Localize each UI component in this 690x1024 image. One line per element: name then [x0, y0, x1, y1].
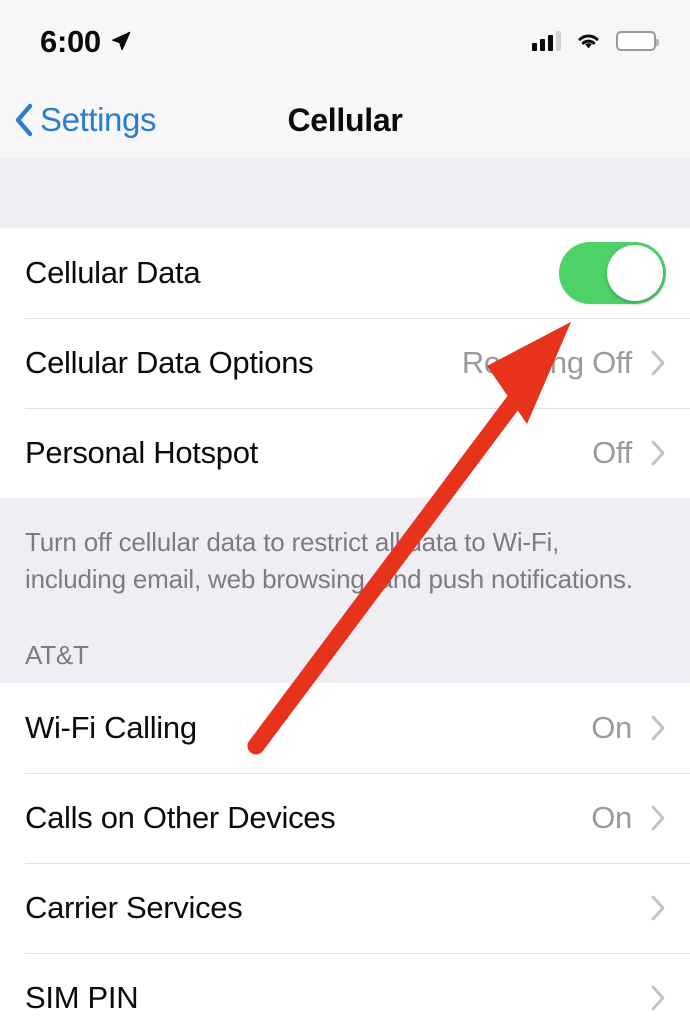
row-value: Off	[592, 435, 632, 470]
row-label: SIM PIN	[25, 979, 139, 1015]
row-carrier-services[interactable]: Carrier Services	[0, 862, 690, 953]
chevron-left-icon	[15, 103, 33, 137]
row-value: On	[591, 799, 632, 835]
row-value: On	[591, 709, 632, 745]
wifi-icon	[578, 34, 599, 49]
back-button-label: Settings	[40, 101, 157, 138]
row-cellular-data[interactable]: Cellular Data	[0, 228, 690, 318]
status-bar-right	[532, 31, 659, 51]
status-bar-left: 6:00	[40, 26, 132, 57]
status-bar-clock: 6:00	[40, 23, 101, 59]
row-label: Cellular Data	[25, 255, 201, 290]
battery-icon	[616, 31, 659, 51]
chevron-right-icon	[651, 440, 665, 466]
section-header-carrier: AT&T	[0, 597, 690, 683]
row-label: Wi-Fi Calling	[25, 709, 197, 745]
back-button[interactable]: Settings	[0, 101, 156, 139]
chevron-right-icon	[651, 985, 665, 1011]
cellular-data-toggle[interactable]	[559, 242, 666, 304]
chevron-right-icon	[651, 895, 665, 921]
settings-list: Cellular Data Cellular Data Options Roam…	[0, 158, 690, 1024]
row-label: Cellular Data Options	[25, 345, 314, 380]
carrier-group: Wi-Fi Calling On Calls on Other Devices …	[0, 682, 690, 1024]
row-wifi-calling[interactable]: Wi-Fi Calling On	[0, 682, 690, 773]
location-arrow-icon	[111, 31, 131, 51]
row-sim-pin[interactable]: SIM PIN	[0, 952, 690, 1024]
row-calls-on-other-devices[interactable]: Calls on Other Devices On	[0, 772, 690, 863]
row-cellular-data-options[interactable]: Cellular Data Options Roaming Off	[0, 318, 690, 408]
cellular-data-group: Cellular Data Cellular Data Options Roam…	[0, 228, 690, 498]
row-personal-hotspot[interactable]: Personal Hotspot Off	[0, 408, 690, 498]
row-label: Calls on Other Devices	[25, 799, 336, 835]
chevron-right-icon	[651, 715, 665, 741]
iphone-settings-screen: 6:00 Settings Cellular Cellular Data Cel…	[0, 0, 690, 1024]
chevron-right-icon	[651, 350, 665, 376]
cellular-data-footer-note: Turn off cellular data to restrict all d…	[0, 498, 690, 598]
row-label: Carrier Services	[25, 889, 243, 925]
navigation-bar: Settings Cellular	[0, 82, 690, 158]
row-label: Personal Hotspot	[25, 435, 258, 470]
row-value: Roaming Off	[461, 345, 632, 380]
list-top-spacer	[0, 158, 690, 228]
cellular-signal-icon	[532, 31, 561, 51]
status-bar: 6:00	[0, 0, 690, 82]
toggle-knob	[607, 245, 663, 301]
chevron-right-icon	[651, 805, 665, 831]
